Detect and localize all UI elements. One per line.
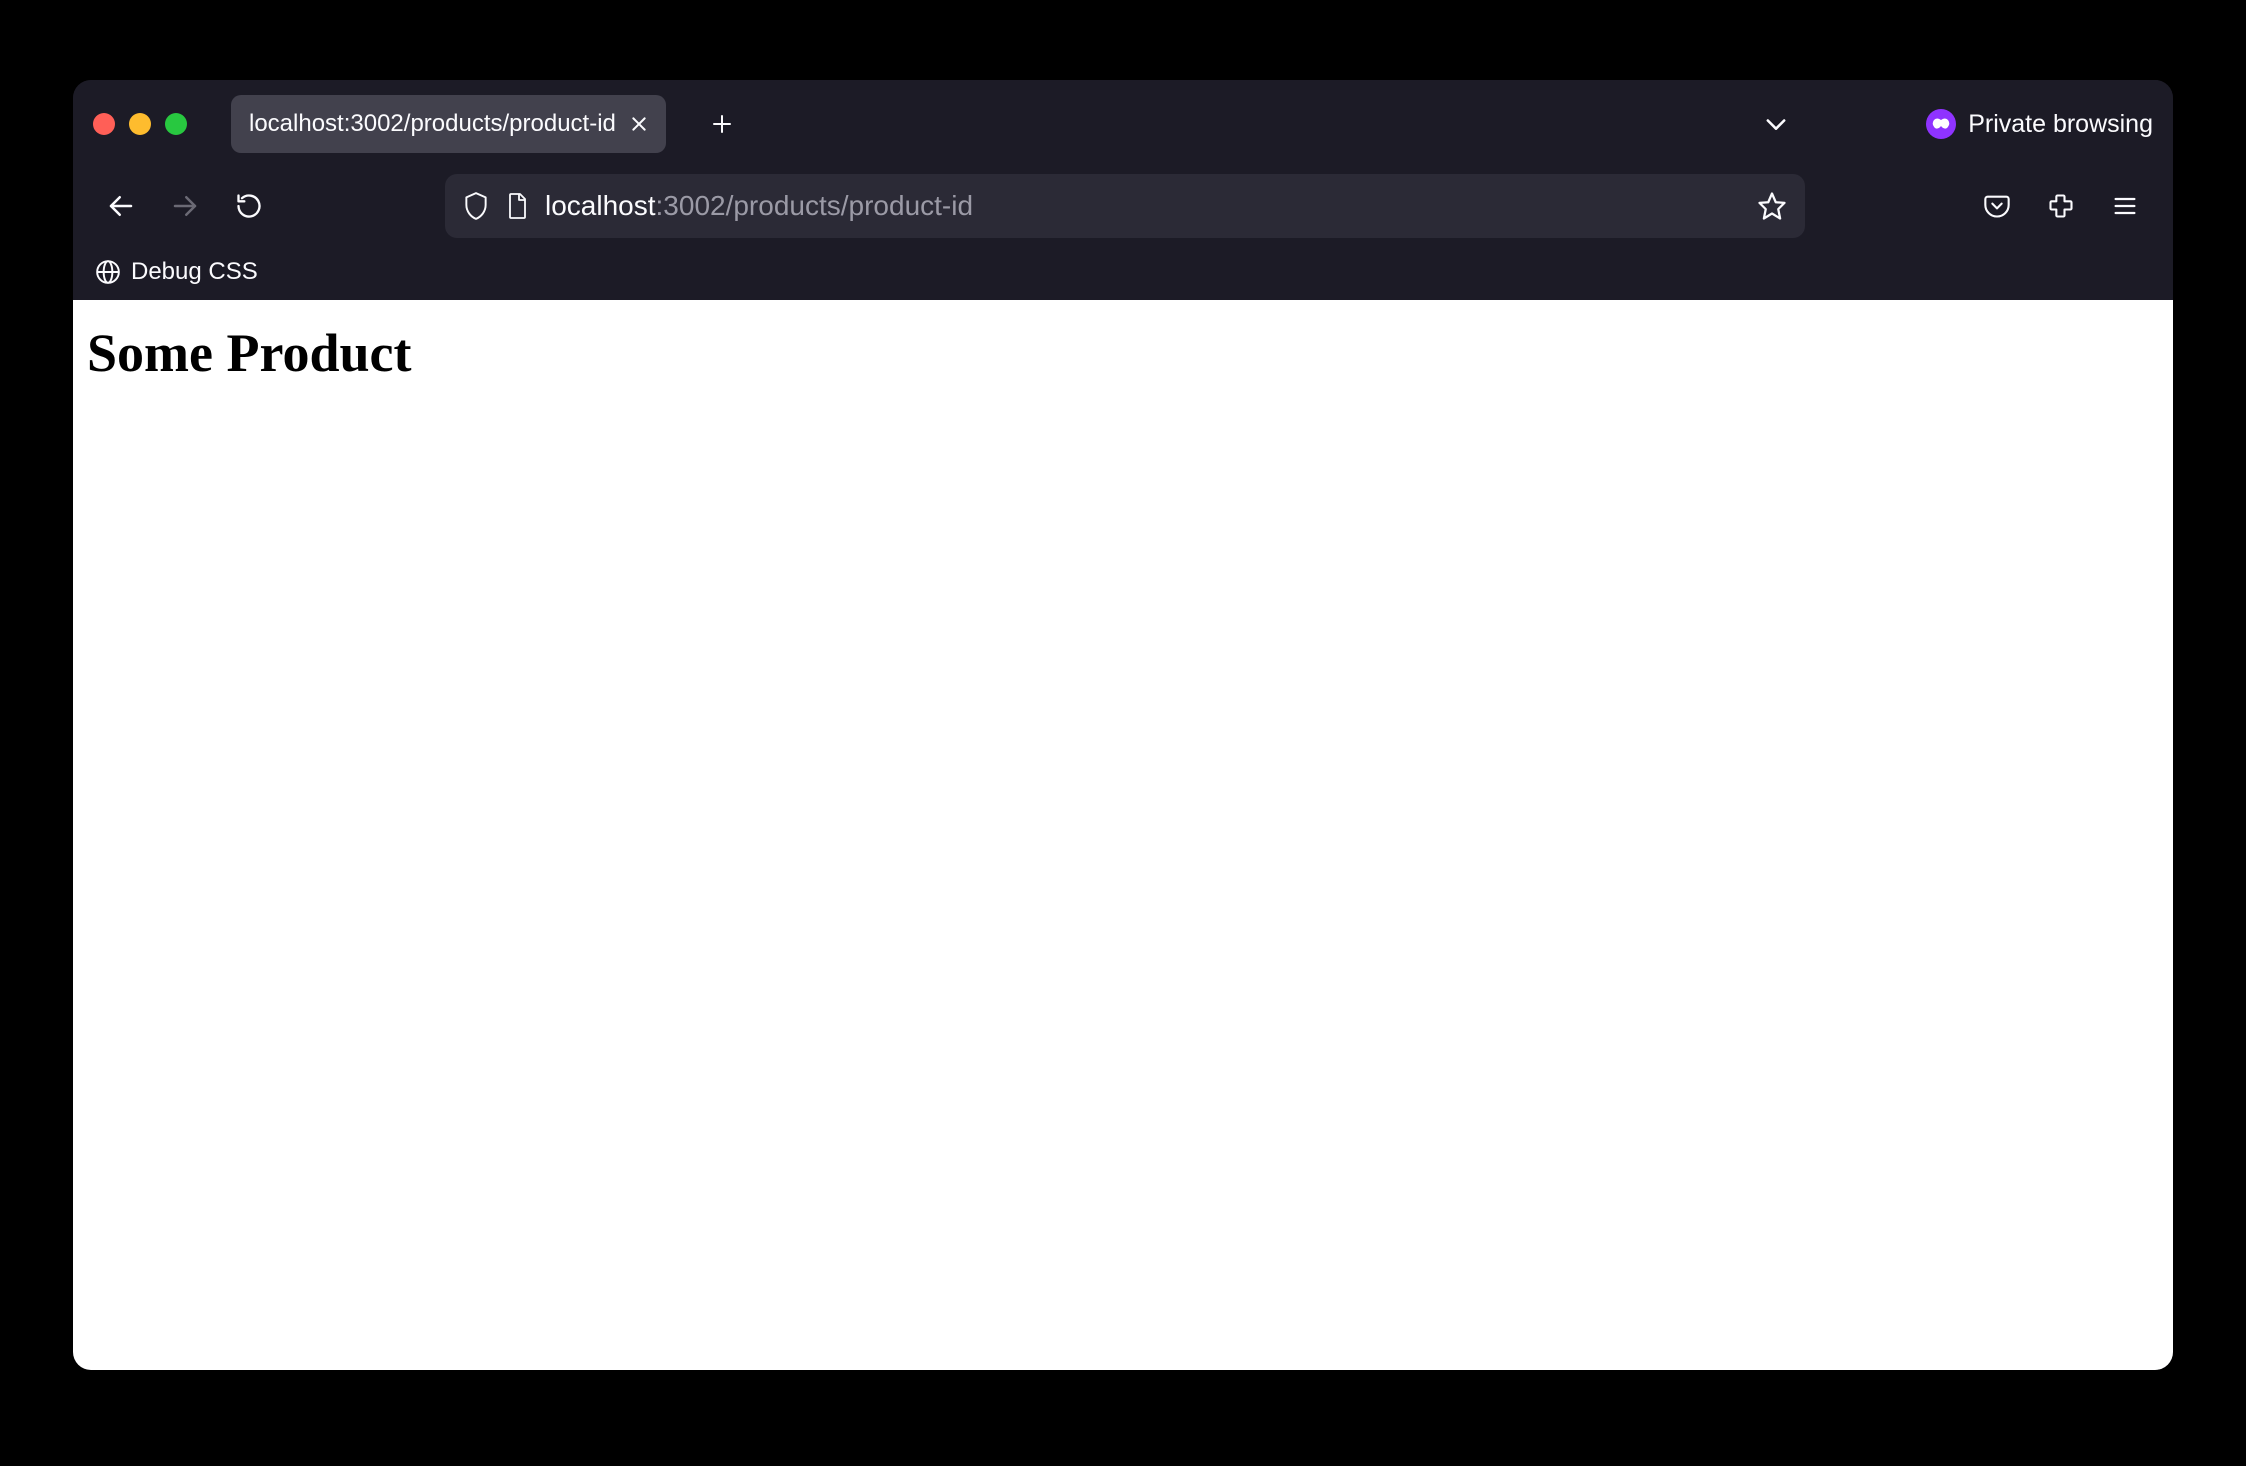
browser-tab[interactable]: localhost:3002/products/product-id (231, 95, 666, 153)
browser-window: localhost:3002/products/product-id Priva… (73, 80, 2173, 1370)
reload-icon (235, 192, 263, 220)
new-tab-button[interactable] (698, 100, 746, 148)
nav-bar: localhost:3002/products/product-id (73, 168, 2173, 244)
save-to-pocket-button[interactable] (1969, 178, 2025, 234)
bookmark-item-debug-css[interactable]: Debug CSS (95, 258, 258, 286)
star-icon (1757, 191, 1787, 221)
page-heading: Some Product (87, 322, 2159, 384)
nav-bar-right (1969, 178, 2153, 234)
bookmark-label: Debug CSS (131, 258, 258, 286)
url-path: :3002/products/product-id (656, 190, 974, 221)
page-info-icon[interactable] (505, 192, 529, 220)
forward-button[interactable] (157, 178, 213, 234)
close-window-button[interactable] (93, 113, 115, 135)
app-menu-button[interactable] (2097, 178, 2153, 234)
globe-icon (95, 259, 121, 285)
plus-icon (710, 112, 734, 136)
shield-icon[interactable] (463, 191, 489, 221)
tab-title: localhost:3002/products/product-id (249, 110, 616, 138)
arrow-left-icon (106, 191, 136, 221)
close-icon (630, 115, 648, 133)
close-tab-button[interactable] (630, 115, 648, 133)
bookmark-button[interactable] (1757, 191, 1787, 221)
list-all-tabs-button[interactable] (1762, 110, 1790, 138)
back-button[interactable] (93, 178, 149, 234)
window-controls (93, 113, 187, 135)
url-text: localhost:3002/products/product-id (545, 190, 1741, 222)
tab-bar: localhost:3002/products/product-id Priva… (73, 80, 2173, 168)
url-host: localhost (545, 190, 656, 221)
extensions-icon (2047, 192, 2075, 220)
tab-bar-right: Private browsing (1762, 109, 2153, 139)
minimize-window-button[interactable] (129, 113, 151, 135)
extensions-button[interactable] (2033, 178, 2089, 234)
pocket-icon (1983, 192, 2011, 220)
hamburger-icon (2111, 192, 2139, 220)
page-content: Some Product (73, 300, 2173, 1370)
arrow-right-icon (170, 191, 200, 221)
bookmarks-bar: Debug CSS (73, 244, 2173, 300)
address-bar[interactable]: localhost:3002/products/product-id (445, 174, 1805, 238)
maximize-window-button[interactable] (165, 113, 187, 135)
chevron-down-icon (1762, 110, 1790, 138)
private-browsing-label: Private browsing (1968, 110, 2153, 139)
private-mask-icon (1926, 109, 1956, 139)
reload-button[interactable] (221, 178, 277, 234)
private-browsing-indicator: Private browsing (1926, 109, 2153, 139)
